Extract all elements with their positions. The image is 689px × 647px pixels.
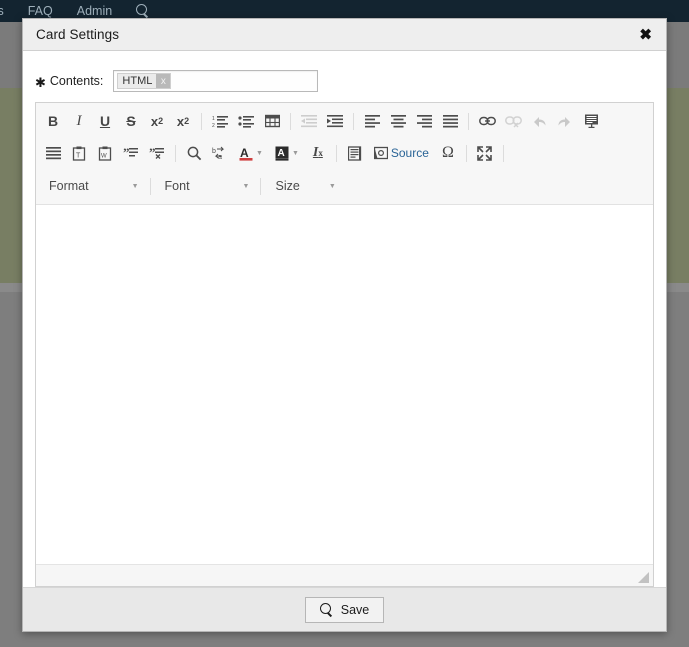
nav-link-reports[interactable]: ts	[0, 4, 4, 18]
svg-text:b: b	[212, 148, 216, 155]
redo-icon	[553, 109, 577, 133]
toolbar-separator	[149, 177, 151, 195]
svg-text:2: 2	[212, 123, 215, 128]
card-settings-dialog: Card Settings ✖ ✱ Contents: HTML x B I U…	[22, 18, 667, 632]
svg-text:W: W	[101, 153, 107, 159]
format-combo-label: Format	[49, 179, 89, 193]
decrease-indent-icon	[297, 109, 321, 133]
save-button-label: Save	[340, 602, 370, 617]
editor-content-area[interactable]	[36, 205, 653, 564]
contents-field-row: ✱ Contents: HTML x	[23, 60, 666, 102]
tag-chip-html[interactable]: HTML x	[117, 73, 172, 89]
svg-text:T: T	[76, 152, 81, 159]
toolbar-row-1: B I U S x2 x2 12	[40, 105, 649, 137]
unlink-icon	[501, 109, 525, 133]
remove-format-icon[interactable]: Ix	[306, 141, 330, 165]
increase-indent-icon[interactable]	[323, 109, 347, 133]
svg-text:A: A	[277, 148, 284, 159]
dialog-body: ✱ Contents: HTML x B I U S x 2 x 2 1 2 T…	[23, 51, 666, 587]
toolbar-separator	[175, 144, 176, 162]
close-icon[interactable]: ✖	[636, 25, 655, 44]
link-icon[interactable]	[475, 109, 499, 133]
strikethrough-icon[interactable]: S	[119, 109, 143, 133]
toolbar-separator	[502, 144, 504, 162]
toolbar-separator	[201, 112, 202, 130]
bold-icon[interactable]: B	[41, 109, 65, 133]
editor-toolbar: B I U S x2 x2 12 T W ” ” b a A ▼ A ▼ I x…	[36, 103, 653, 205]
svg-text:1: 1	[212, 116, 215, 122]
tag-remove-icon[interactable]: x	[156, 74, 171, 88]
source-label: Source	[390, 146, 429, 160]
align-center-icon[interactable]	[386, 109, 410, 133]
toolbar-row-2: T W ” ” b a A ▼ A ▼ I x Source Ω	[40, 137, 649, 169]
tag-label: HTML	[122, 74, 153, 87]
page-root: ts FAQ Admin Card Settings ✖ ✱ Contents:…	[0, 0, 689, 647]
contents-label: Contents:	[49, 74, 104, 88]
chevron-down-icon[interactable]: ▼	[243, 183, 250, 190]
resize-grip-icon[interactable]	[636, 570, 650, 584]
toolbar-separator	[465, 144, 467, 162]
chevron-down-icon[interactable]: ▼	[256, 150, 263, 157]
superscript-icon[interactable]: x2	[171, 109, 195, 133]
editor-status-bar	[36, 564, 653, 586]
chevron-down-icon[interactable]: ▼	[292, 150, 299, 157]
text-color-icon[interactable]: A ▼	[234, 141, 268, 165]
replace-icon[interactable]: ba	[208, 141, 232, 165]
special-character-icon[interactable]: Ω	[436, 141, 460, 165]
find-icon[interactable]	[182, 141, 206, 165]
rich-text-editor: B I U S x2 x2 12 T W ” ” b a A ▼ A ▼ I x…	[35, 102, 654, 587]
dialog-footer: Save	[23, 587, 666, 631]
remove-quote-icon[interactable]: ”	[145, 141, 169, 165]
font-combo[interactable]: Font ▼	[156, 174, 256, 198]
dialog-header: Card Settings ✖	[23, 19, 666, 51]
bulleted-list-icon[interactable]	[234, 109, 258, 133]
toolbar-separator	[290, 112, 291, 130]
italic-icon[interactable]: I	[67, 109, 91, 133]
size-combo-label: Size	[275, 179, 300, 193]
svg-text:”: ”	[123, 146, 130, 160]
maximize-icon[interactable]	[473, 141, 497, 165]
undo-icon	[527, 109, 551, 133]
paste-from-word-icon[interactable]: W	[93, 141, 117, 165]
nav-link-admin[interactable]: Admin	[77, 4, 112, 18]
svg-text:A: A	[240, 146, 249, 160]
svg-text:”: ”	[149, 146, 156, 160]
subscript-icon[interactable]: x2	[145, 109, 169, 133]
background-color-icon[interactable]: A ▼	[270, 141, 304, 165]
align-left-icon[interactable]	[360, 109, 384, 133]
nav-link-faq[interactable]: FAQ	[28, 4, 53, 18]
source-button[interactable]: Source	[369, 141, 434, 165]
toolbar-separator	[335, 144, 337, 162]
align-justify-icon[interactable]	[438, 109, 462, 133]
font-combo-label: Font	[164, 179, 190, 193]
magnifier-icon	[319, 603, 333, 616]
required-asterisk-icon: ✱	[35, 74, 46, 90]
numbered-list-icon[interactable]: 12	[208, 109, 232, 133]
dialog-title: Card Settings	[36, 27, 120, 42]
format-combo[interactable]: Format ▼	[40, 174, 145, 198]
paste-as-plain-text-icon[interactable]: T	[67, 141, 91, 165]
align-right-icon[interactable]	[412, 109, 436, 133]
toolbar-row-3: Format ▼ Font ▼ Size ▼	[40, 169, 649, 203]
save-button[interactable]: Save	[304, 596, 385, 623]
chevron-down-icon[interactable]: ▼	[132, 183, 139, 190]
show-blocks-2-icon[interactable]	[343, 141, 367, 165]
chevron-down-icon[interactable]: ▼	[329, 183, 336, 190]
contents-input[interactable]: HTML x	[113, 70, 319, 92]
toolbar-separator	[260, 177, 262, 195]
search-icon[interactable]	[136, 4, 150, 18]
blockquote-icon[interactable]	[41, 141, 65, 165]
templates-icon[interactable]	[579, 109, 603, 133]
size-combo[interactable]: Size ▼	[266, 174, 341, 198]
toolbar-separator	[468, 112, 469, 130]
underline-icon[interactable]: U	[93, 109, 117, 133]
table-icon[interactable]	[260, 109, 284, 133]
show-blocks-icon[interactable]: ”	[119, 141, 143, 165]
toolbar-separator	[353, 112, 354, 130]
svg-text:a: a	[218, 154, 222, 161]
